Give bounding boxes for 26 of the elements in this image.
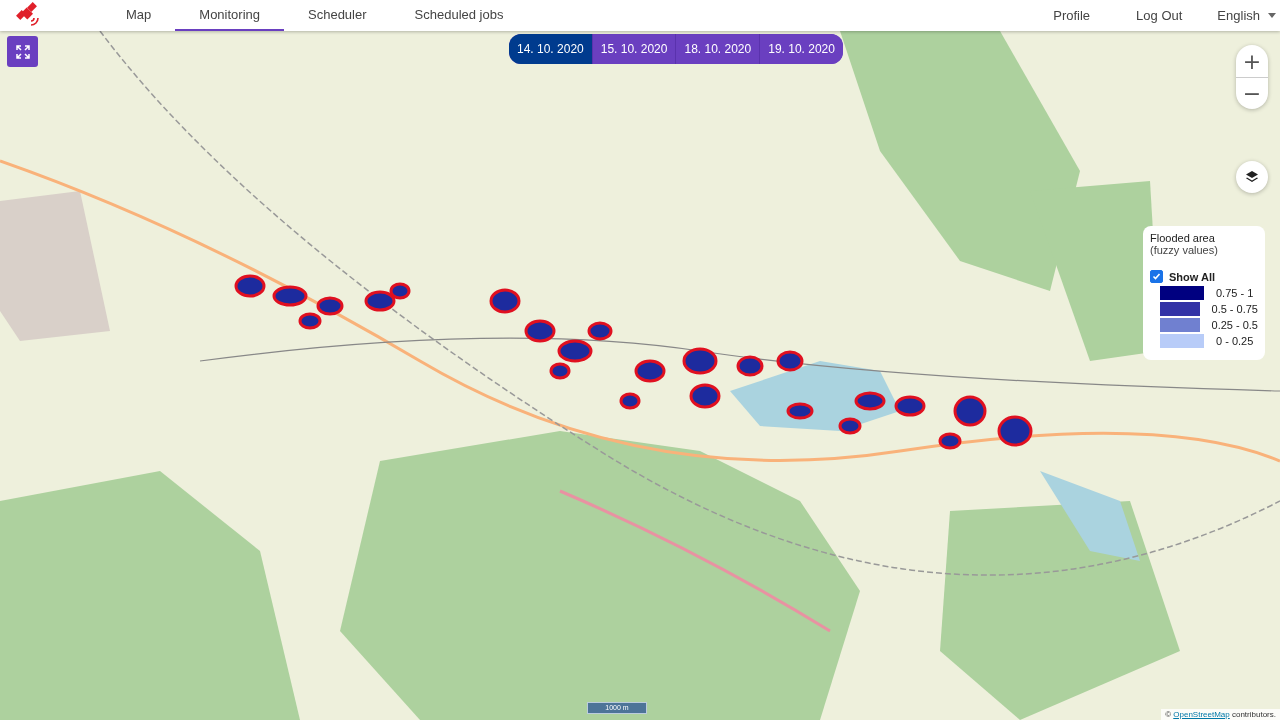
- nav-tab[interactable]: Map: [102, 0, 176, 31]
- nav-tab[interactable]: Scheduler: [284, 0, 391, 31]
- nav-link[interactable]: Profile: [1030, 0, 1114, 31]
- checkmark-icon: [1152, 272, 1161, 281]
- legend-subtitle: (fuzzy values): [1150, 244, 1219, 256]
- legend-label: 0.75 - 1: [1216, 287, 1254, 299]
- fullscreen-button[interactable]: [7, 36, 38, 67]
- fullscreen-icon: [15, 44, 30, 59]
- legend-title: Flooded area: [1150, 232, 1216, 244]
- zoom-out-button[interactable]: −: [1236, 77, 1268, 109]
- zoom-in-button[interactable]: +: [1236, 45, 1268, 77]
- attribution-text: © OpenStreetMap contributors.: [1161, 709, 1280, 720]
- dropdown-caret-icon: [1268, 13, 1276, 18]
- language-select[interactable]: English: [1205, 0, 1280, 31]
- date-tab[interactable]: 19. 10. 2020: [759, 34, 843, 64]
- attribution-link[interactable]: OpenStreetMap: [1173, 710, 1230, 719]
- nav-link[interactable]: Log Out: [1113, 0, 1206, 31]
- legend-label: 0.5 - 0.75: [1211, 303, 1258, 315]
- checkbox[interactable]: [1150, 270, 1163, 283]
- layers-icon: [1245, 170, 1259, 184]
- checkbox-label[interactable]: Show All: [1169, 270, 1216, 283]
- nav-tab[interactable]: Scheduled jobs: [390, 0, 528, 31]
- date-tab[interactable]: 14. 10. 2020: [509, 34, 592, 64]
- map-drawing[interactable]: [0, 31, 1280, 720]
- legend-label: 0 - 0.25: [1216, 335, 1254, 347]
- legend-label: 0.25 - 0.5: [1211, 319, 1258, 331]
